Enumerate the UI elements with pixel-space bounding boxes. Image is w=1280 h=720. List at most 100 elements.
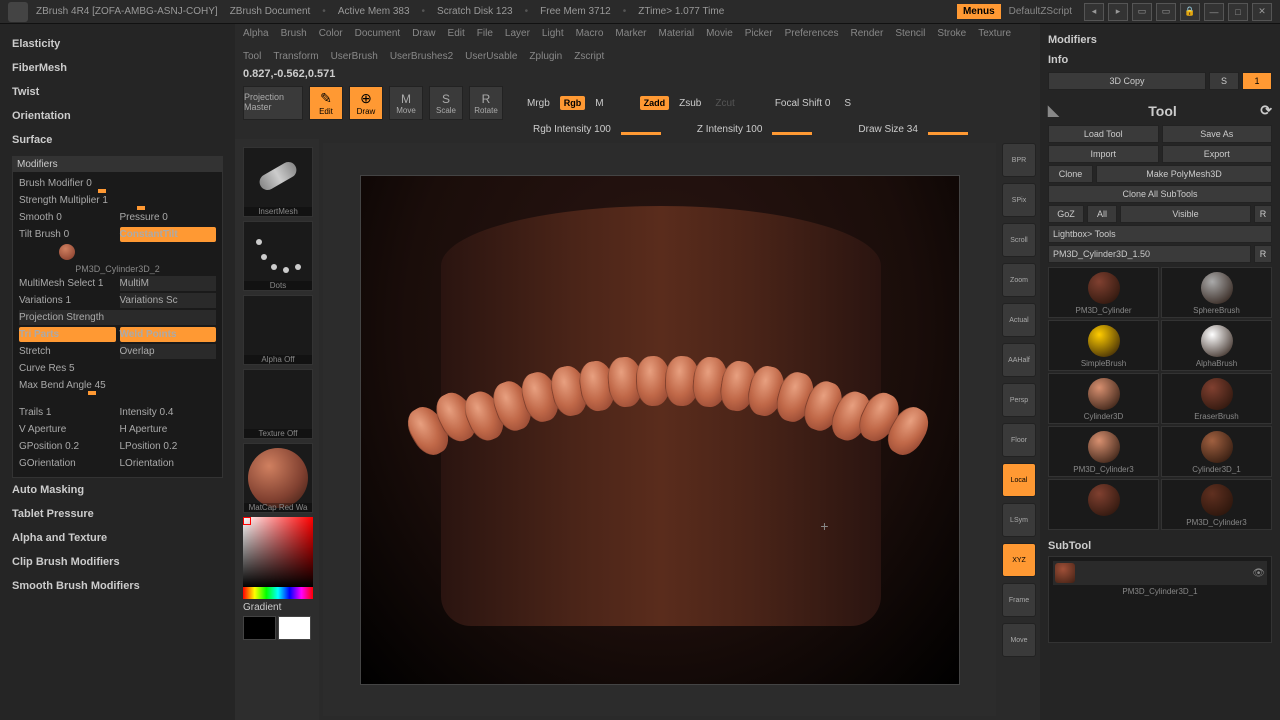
view-lsym-button[interactable]: LSym — [1002, 503, 1036, 537]
clone-button[interactable]: Clone — [1048, 165, 1093, 183]
color-white-swatch[interactable] — [278, 616, 311, 640]
max-bend-slider[interactable]: Max Bend Angle 45 — [19, 378, 216, 393]
menu-document[interactable]: Document — [355, 28, 401, 39]
stroke-thumb[interactable]: Dots — [243, 221, 313, 291]
brush-group-surface[interactable]: Surface — [12, 128, 223, 152]
menu-texture[interactable]: Texture — [978, 28, 1011, 39]
tool-item[interactable]: PM3D_Cylinder — [1048, 267, 1159, 318]
zcut-button[interactable]: Zcut — [711, 98, 738, 109]
menu-transform[interactable]: Transform — [273, 51, 318, 62]
menu-stroke[interactable]: Stroke — [937, 28, 966, 39]
rgb-toggle[interactable]: Rgb — [560, 96, 586, 110]
collapse-arrow-icon[interactable]: ◣ — [1048, 102, 1059, 119]
zadd-toggle[interactable]: Zadd — [640, 96, 670, 110]
menu-brush[interactable]: Brush — [281, 28, 307, 39]
refresh-icon[interactable]: ⟳ — [1260, 102, 1272, 119]
z-intensity-slider[interactable]: Z Intensity 100 — [693, 124, 767, 135]
material-thumb[interactable]: MatCap Red Wa — [243, 443, 313, 513]
multimesh-select[interactable]: MultiMesh Select 1 — [19, 276, 116, 291]
menu-tool[interactable]: Tool — [243, 51, 261, 62]
tool-item[interactable]: SimpleBrush — [1048, 320, 1159, 371]
menu-marker[interactable]: Marker — [615, 28, 646, 39]
view-floor-button[interactable]: Floor — [1002, 423, 1036, 457]
tool-item[interactable]: PM3D_Cylinder3 — [1161, 479, 1272, 530]
g-orientation[interactable]: GOrientation — [19, 456, 116, 471]
close-icon[interactable]: ✕ — [1252, 3, 1272, 21]
menu-movie[interactable]: Movie — [706, 28, 733, 39]
draw-size-track[interactable] — [928, 132, 968, 135]
brush-group[interactable]: Smooth Brush Modifiers — [12, 574, 223, 598]
projection-master-button[interactable]: Projection Master — [243, 86, 303, 120]
menu-userbrushes2[interactable]: UserBrushes2 — [390, 51, 453, 62]
brush-modifier-slider[interactable]: Brush Modifier 0 — [19, 176, 216, 191]
variations-sc[interactable]: Variations Sc — [120, 293, 217, 308]
brush-group[interactable]: Tablet Pressure — [12, 502, 223, 526]
v-aperture[interactable]: V Aperture — [19, 422, 116, 437]
s-button[interactable]: S — [840, 98, 855, 109]
scale-mode-button[interactable]: SScale — [429, 86, 463, 120]
menu-alpha[interactable]: Alpha — [243, 28, 269, 39]
tool-item[interactable]: Cylinder3D — [1048, 373, 1159, 424]
tool-header[interactable]: Tool — [1148, 103, 1177, 119]
edit-mode-button[interactable]: ✎Edit — [309, 86, 343, 120]
tool-item[interactable]: AlphaBrush — [1161, 320, 1272, 371]
goz-all-button[interactable]: All — [1087, 205, 1117, 223]
tool-item[interactable]: EraserBrush — [1161, 373, 1272, 424]
view-zoom-button[interactable]: Zoom — [1002, 263, 1036, 297]
subtool-item[interactable]: 👁 — [1053, 561, 1267, 585]
rotate-mode-button[interactable]: RRotate — [469, 86, 503, 120]
canvas-area[interactable]: + — [323, 143, 996, 716]
menu-layer[interactable]: Layer — [505, 28, 530, 39]
menu-light[interactable]: Light — [542, 28, 564, 39]
menu-stencil[interactable]: Stencil — [895, 28, 925, 39]
trails-slider[interactable]: Trails 1 — [19, 405, 116, 420]
maximize-icon[interactable]: □ — [1228, 3, 1248, 21]
view-move-button[interactable]: Move — [1002, 623, 1036, 657]
tool-name-field[interactable]: PM3D_Cylinder3D_1.50 — [1048, 245, 1251, 263]
l-position[interactable]: LPosition 0.2 — [120, 439, 217, 454]
menu-file[interactable]: File — [477, 28, 493, 39]
save-as-button[interactable]: Save As — [1162, 125, 1273, 143]
view-actual-button[interactable]: Actual — [1002, 303, 1036, 337]
view-xyz-button[interactable]: XYZ — [1002, 543, 1036, 577]
rgb-intensity-slider[interactable]: Rgb Intensity 100 — [529, 124, 615, 135]
view-persp-button[interactable]: Persp — [1002, 383, 1036, 417]
pressure-slider[interactable]: Pressure 0 — [120, 210, 217, 225]
lock-icon[interactable]: 🔒 — [1180, 3, 1200, 21]
texture-thumb[interactable]: Texture Off — [243, 369, 313, 439]
3d-copy-button[interactable]: 3D Copy — [1048, 72, 1206, 90]
window-btn2-icon[interactable]: ▭ — [1156, 3, 1176, 21]
s-field[interactable]: S — [1209, 72, 1239, 90]
window-btn1-icon[interactable]: ▭ — [1132, 3, 1152, 21]
menu-userbrush[interactable]: UserBrush — [331, 51, 378, 62]
brush-group[interactable]: Alpha and Texture — [12, 526, 223, 550]
focal-shift-slider[interactable]: Focal Shift 0 — [771, 98, 835, 109]
move-mode-button[interactable]: MMove — [389, 86, 423, 120]
export-button[interactable]: Export — [1162, 145, 1273, 163]
curve-res-slider[interactable]: Curve Res 5 — [19, 361, 216, 376]
strength-mult-slider[interactable]: Strength Multiplier 1 — [19, 193, 216, 208]
minimize-icon[interactable]: — — [1204, 3, 1224, 21]
menu-zplugin[interactable]: Zplugin — [529, 51, 562, 62]
color-picker[interactable] — [243, 517, 311, 599]
weld-points-toggle[interactable]: Weld Points — [120, 327, 217, 342]
menu-preferences[interactable]: Preferences — [785, 28, 839, 39]
menu-color[interactable]: Color — [319, 28, 343, 39]
brush-group[interactable]: Auto Masking — [12, 478, 223, 502]
projection-strength[interactable]: Projection Strength — [19, 310, 216, 325]
menu-zscript[interactable]: Zscript — [574, 51, 604, 62]
load-tool-button[interactable]: Load Tool — [1048, 125, 1159, 143]
rgb-intensity-track[interactable] — [621, 132, 661, 135]
z-intensity-track[interactable] — [772, 132, 812, 135]
clone-all-button[interactable]: Clone All SubTools — [1048, 185, 1272, 203]
tool-item[interactable] — [1048, 479, 1159, 530]
brush-group-orientation[interactable]: Orientation — [12, 104, 223, 128]
constant-tilt-toggle[interactable]: ConstantTilt — [120, 227, 217, 242]
brush-group-twist[interactable]: Twist — [12, 80, 223, 104]
g-position[interactable]: GPosition 0.2 — [19, 439, 116, 454]
tool-item[interactable]: Cylinder3D_1 — [1161, 426, 1272, 477]
smooth-slider[interactable]: Smooth 0 — [19, 210, 116, 225]
default-script[interactable]: DefaultZScript — [1009, 6, 1072, 17]
stretch-slider[interactable]: Stretch — [19, 344, 116, 359]
view-frame-button[interactable]: Frame — [1002, 583, 1036, 617]
